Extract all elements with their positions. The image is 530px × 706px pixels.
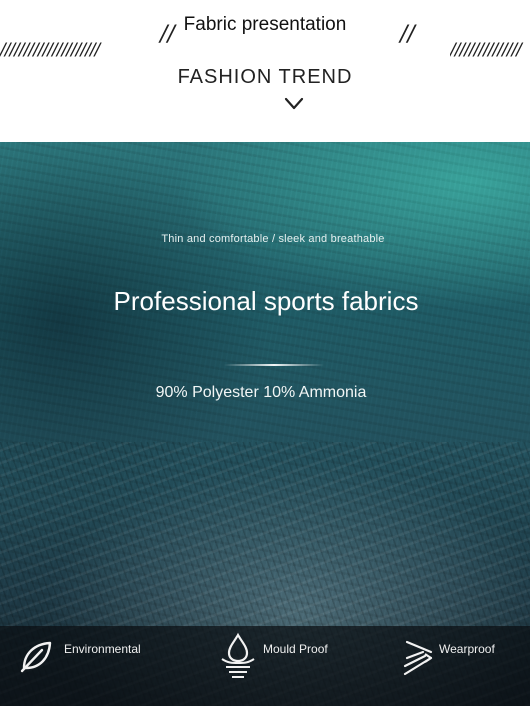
feature-label: Mould Proof <box>263 642 328 656</box>
section-subtitle: FASHION TREND <box>177 66 353 88</box>
leaf-icon <box>20 641 52 673</box>
hero-heading: Professional sports fabrics <box>113 286 419 316</box>
decorative-slashes-left: ///////////////////// <box>0 40 100 60</box>
divider-line <box>224 364 324 366</box>
fabric-composition: 90% Polyester 10% Ammonia <box>155 384 367 401</box>
decorative-slashes-right: /////////////// <box>450 40 522 60</box>
feature-label: Wearproof <box>439 642 495 656</box>
hero-tagline: Thin and comfortable / sleek and breatha… <box>161 233 385 245</box>
feature-bar: Environmental Mould Proof Wearproof <box>0 626 530 706</box>
header: ///////////////////// // Fabric presenta… <box>0 0 530 142</box>
section-title: Fabric presentation <box>183 14 347 35</box>
fabric-hero-image: Thin and comfortable / sleek and breatha… <box>0 142 530 706</box>
chevron-down-icon <box>284 97 304 110</box>
droplet-icon <box>221 632 255 678</box>
feature-wearproof: Wearproof <box>353 626 530 706</box>
wear-arrows-icon <box>403 640 433 676</box>
feature-environmental: Environmental <box>0 626 176 706</box>
feature-label: Environmental <box>64 642 141 656</box>
decorative-double-slash-right: // <box>400 22 415 47</box>
feature-mould-proof: Mould Proof <box>176 626 353 706</box>
